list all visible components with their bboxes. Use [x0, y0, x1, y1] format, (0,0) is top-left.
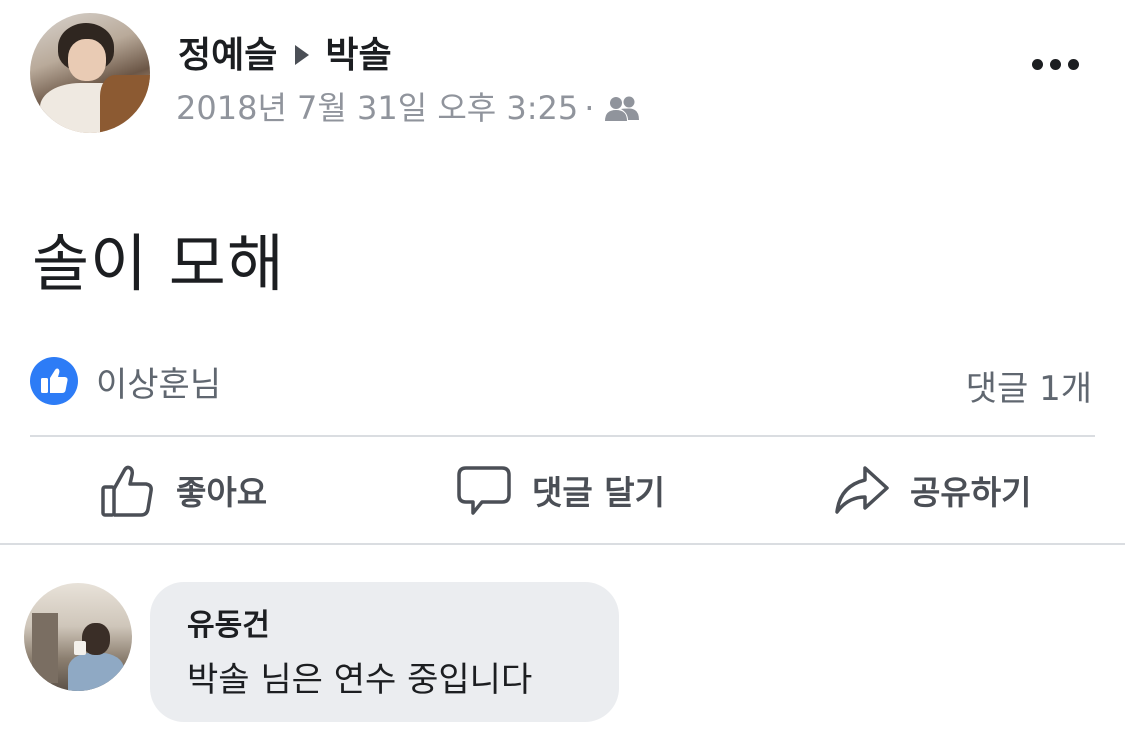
like-label: 좋아요 — [176, 473, 268, 512]
comment-text: 박솔 님은 연수 중입니다 — [187, 660, 533, 700]
thumbs-up-icon — [101, 465, 153, 517]
commenter-avatar[interactable] — [24, 583, 132, 691]
post-text: 솔이 모해 — [32, 227, 285, 300]
divider — [0, 543, 1125, 545]
commenter-name[interactable]: 유동건 — [187, 600, 270, 644]
post-timestamp[interactable]: 2018년 7월 31일 오후 3:25 — [176, 89, 578, 127]
share-button[interactable]: 공유하기 — [834, 460, 1031, 520]
post-meta: 2018년 7월 31일 오후 3:25 · — [176, 83, 640, 129]
author-name[interactable]: 정예슬 — [178, 35, 277, 76]
more-options-icon[interactable] — [1032, 52, 1084, 76]
recipient-name[interactable]: 박솔 — [325, 35, 391, 76]
comment-button[interactable]: 댓글 달기 — [456, 460, 665, 520]
comment-label: 댓글 달기 — [532, 473, 665, 512]
comment-count[interactable]: 댓글 1개 — [966, 361, 1092, 410]
post-header-names: 정예슬 박솔 — [178, 26, 392, 78]
like-button[interactable]: 좋아요 — [100, 460, 267, 520]
triangle-right-icon — [295, 45, 310, 65]
reactions-summary[interactable]: 이상훈님 — [30, 357, 221, 405]
comment-bubble-icon — [457, 466, 511, 515]
divider — [30, 435, 1095, 437]
share-label: 공유하기 — [910, 473, 1032, 512]
reactors-names[interactable]: 이상훈님 — [96, 357, 221, 406]
share-arrow-icon — [835, 466, 889, 514]
author-avatar[interactable] — [30, 13, 150, 133]
meta-separator: · — [584, 89, 595, 127]
friends-icon — [604, 92, 640, 121]
like-badge-icon — [30, 357, 78, 405]
